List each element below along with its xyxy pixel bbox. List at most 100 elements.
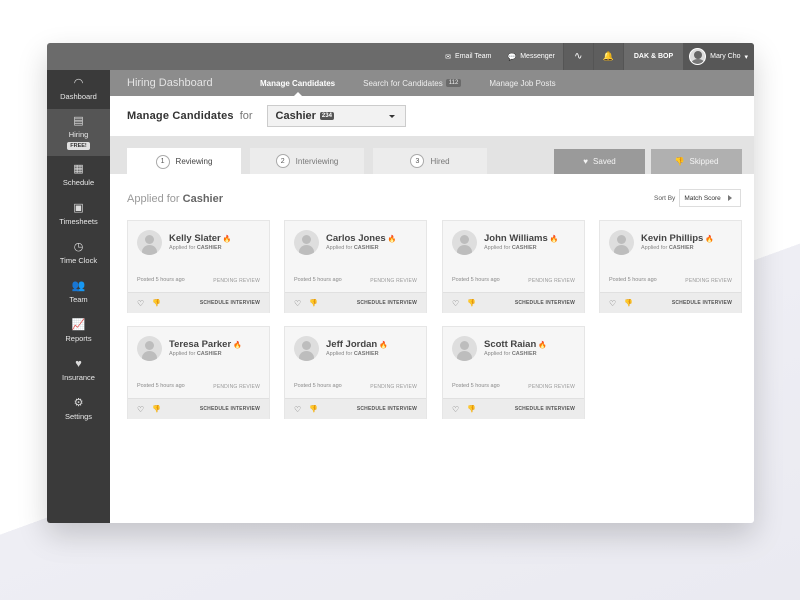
- top-bar: ✉ Email Team 💬 Messenger ∿ 🔔 DAK & BOP M…: [47, 43, 754, 70]
- skipped-button[interactable]: 👎 Skipped: [651, 149, 742, 174]
- free-badge: FREE!: [67, 141, 90, 150]
- avatar: [294, 336, 319, 361]
- status-badge: PENDING REVIEW: [370, 278, 417, 284]
- tab-hired[interactable]: 3 Hired: [373, 148, 487, 174]
- for-label: for: [239, 110, 253, 122]
- candidate-card[interactable]: Jeff Jordan 🔥 Applied for CASHIER Posted …: [284, 326, 427, 419]
- candidate-card[interactable]: Kevin Phillips 🔥 Applied for CASHIER Post…: [599, 220, 742, 313]
- schedule-interview-button[interactable]: SCHEDULE INTERVIEW: [357, 300, 417, 306]
- sidebar-item-team[interactable]: 👥 Team: [47, 273, 110, 312]
- app-window: ✉ Email Team 💬 Messenger ∿ 🔔 DAK & BOP M…: [47, 43, 754, 523]
- briefcase-icon: ▤: [73, 114, 84, 127]
- schedule-interview-button[interactable]: SCHEDULE INTERVIEW: [357, 406, 417, 412]
- step-number: 2: [275, 154, 290, 168]
- heart-icon[interactable]: ♡: [609, 299, 616, 308]
- calendar-icon: ▦: [73, 163, 84, 175]
- tab-manage-candidates[interactable]: Manage Candidates: [246, 70, 349, 96]
- sidebar-item-schedule[interactable]: ▦ Schedule: [47, 156, 110, 195]
- email-team-button[interactable]: ✉ Email Team: [437, 43, 499, 70]
- card-actions: ♡ 👎 SCHEDULE INTERVIEW: [285, 292, 426, 313]
- tab-search-candidates[interactable]: Search for Candidates 112: [349, 70, 475, 96]
- schedule-interview-button[interactable]: SCHEDULE INTERVIEW: [200, 300, 260, 306]
- card-actions: ♡ 👎 SCHEDULE INTERVIEW: [128, 292, 269, 313]
- thumbs-down-icon[interactable]: 👎: [624, 299, 633, 307]
- card-body: Jeff Jordan 🔥 Applied for CASHIER Posted …: [285, 327, 426, 398]
- heart-icon: ♥: [75, 358, 82, 370]
- candidate-name[interactable]: Scott Raian 🔥: [484, 339, 547, 350]
- step-number: 1: [155, 154, 170, 169]
- status-badge: PENDING REVIEW: [528, 278, 575, 284]
- tab-interviewing[interactable]: 2 Interviewing: [250, 148, 364, 174]
- thumbs-down-icon[interactable]: 👎: [467, 405, 476, 413]
- sidebar-item-dashboard[interactable]: ◠ Dashboard: [47, 70, 110, 109]
- thumbs-down-icon[interactable]: 👎: [309, 299, 318, 307]
- sidebar-item-timesheets[interactable]: ▣ Timesheets: [47, 195, 110, 234]
- sidebar-item-settings[interactable]: ⚙ Settings: [47, 390, 110, 429]
- card-body: Kevin Phillips 🔥 Applied for CASHIER Post…: [600, 221, 741, 292]
- org-switcher[interactable]: DAK & BOP: [622, 43, 683, 70]
- candidate-card[interactable]: Carlos Jones 🔥 Applied for CASHIER Posted…: [284, 220, 427, 313]
- avatar: [452, 230, 477, 255]
- thumbs-down-icon[interactable]: 👎: [152, 299, 161, 307]
- heart-icon[interactable]: ♡: [452, 299, 459, 308]
- candidate-name[interactable]: Jeff Jordan 🔥: [326, 339, 388, 350]
- fire-icon: 🔥: [222, 236, 232, 243]
- thumbs-down-icon[interactable]: 👎: [152, 405, 161, 413]
- card-body: Carlos Jones 🔥 Applied for CASHIER Posted…: [285, 221, 426, 292]
- schedule-interview-button[interactable]: SCHEDULE INTERVIEW: [200, 406, 260, 412]
- sidebar: ◠ Dashboard ▤ Hiring FREE! ▦ Schedule ▣ …: [47, 70, 110, 523]
- card-actions: ♡ 👎 SCHEDULE INTERVIEW: [128, 398, 269, 419]
- card-body: Scott Raian 🔥 Applied for CASHIER Posted …: [443, 327, 584, 398]
- candidate-name[interactable]: Kelly Slater 🔥: [169, 233, 231, 244]
- fire-icon: 🔥: [549, 236, 559, 243]
- thumbs-down-icon[interactable]: 👎: [467, 299, 476, 307]
- schedule-interview-button[interactable]: SCHEDULE INTERVIEW: [672, 300, 732, 306]
- status-badge: PENDING REVIEW: [213, 278, 260, 284]
- fire-icon: 🔥: [379, 342, 388, 349]
- posted-time: Posted 5 hours ago: [137, 277, 185, 283]
- activity-button[interactable]: ∿: [562, 43, 593, 70]
- step-number: 3: [410, 154, 425, 168]
- card-actions: ♡ 👎 SCHEDULE INTERVIEW: [600, 292, 741, 313]
- candidate-name[interactable]: Teresa Parker 🔥: [169, 339, 242, 350]
- candidate-card[interactable]: John Williams 🔥 Applied for CASHIER Poste…: [442, 220, 585, 313]
- applied-for-label: Applied for CASHIER: [641, 245, 694, 251]
- heart-icon[interactable]: ♡: [137, 299, 144, 308]
- page-title: Hiring Dashboard: [127, 77, 213, 89]
- tab-manage-job-posts[interactable]: Manage Job Posts: [475, 70, 569, 96]
- schedule-interview-button[interactable]: SCHEDULE INTERVIEW: [515, 300, 575, 306]
- avatar: [137, 336, 162, 361]
- user-menu[interactable]: Mary Cho ▾: [683, 43, 754, 70]
- timesheet-icon: ▣: [73, 202, 84, 214]
- bell-icon: 🔔: [602, 51, 614, 61]
- heart-icon[interactable]: ♡: [294, 405, 301, 414]
- thumbs-down-icon: 👎: [674, 157, 685, 166]
- saved-button[interactable]: ♥ Saved: [554, 149, 645, 174]
- heart-icon[interactable]: ♡: [294, 299, 301, 308]
- thumbs-down-icon[interactable]: 👎: [309, 405, 318, 413]
- candidate-name[interactable]: John Williams 🔥: [484, 233, 559, 244]
- sort-select[interactable]: Match Score: [679, 189, 742, 207]
- sidebar-item-hiring[interactable]: ▤ Hiring FREE!: [47, 109, 110, 156]
- heart-icon[interactable]: ♡: [452, 405, 459, 414]
- candidate-card[interactable]: Kelly Slater 🔥 Applied for CASHIER Posted…: [127, 220, 270, 313]
- caret-right-icon: [728, 195, 735, 201]
- sidebar-item-reports[interactable]: 📈 Reports: [47, 312, 110, 351]
- card-actions: ♡ 👎 SCHEDULE INTERVIEW: [443, 398, 584, 419]
- card-actions: ♡ 👎 SCHEDULE INTERVIEW: [285, 398, 426, 419]
- notifications-button[interactable]: 🔔: [592, 43, 623, 70]
- envelope-icon: ✉: [445, 53, 452, 61]
- sidebar-item-time-clock[interactable]: ◷ Time Clock: [47, 234, 110, 273]
- position-select[interactable]: Cashier 234: [266, 105, 406, 127]
- heart-icon[interactable]: ♡: [137, 405, 144, 414]
- candidate-card[interactable]: Teresa Parker 🔥 Applied for CASHIER Poste…: [127, 326, 270, 419]
- tab-reviewing[interactable]: 1 Reviewing: [127, 148, 241, 175]
- messenger-button[interactable]: 💬 Messenger: [500, 43, 563, 70]
- sidebar-item-insurance[interactable]: ♥ Insurance: [47, 351, 110, 390]
- candidate-name[interactable]: Kevin Phillips 🔥: [641, 233, 714, 244]
- fire-icon: 🔥: [538, 342, 547, 349]
- schedule-interview-button[interactable]: SCHEDULE INTERVIEW: [515, 406, 575, 412]
- candidate-card[interactable]: Scott Raian 🔥 Applied for CASHIER Posted …: [442, 326, 585, 419]
- status-badge: PENDING REVIEW: [685, 278, 732, 284]
- candidate-name[interactable]: Carlos Jones 🔥: [326, 233, 396, 244]
